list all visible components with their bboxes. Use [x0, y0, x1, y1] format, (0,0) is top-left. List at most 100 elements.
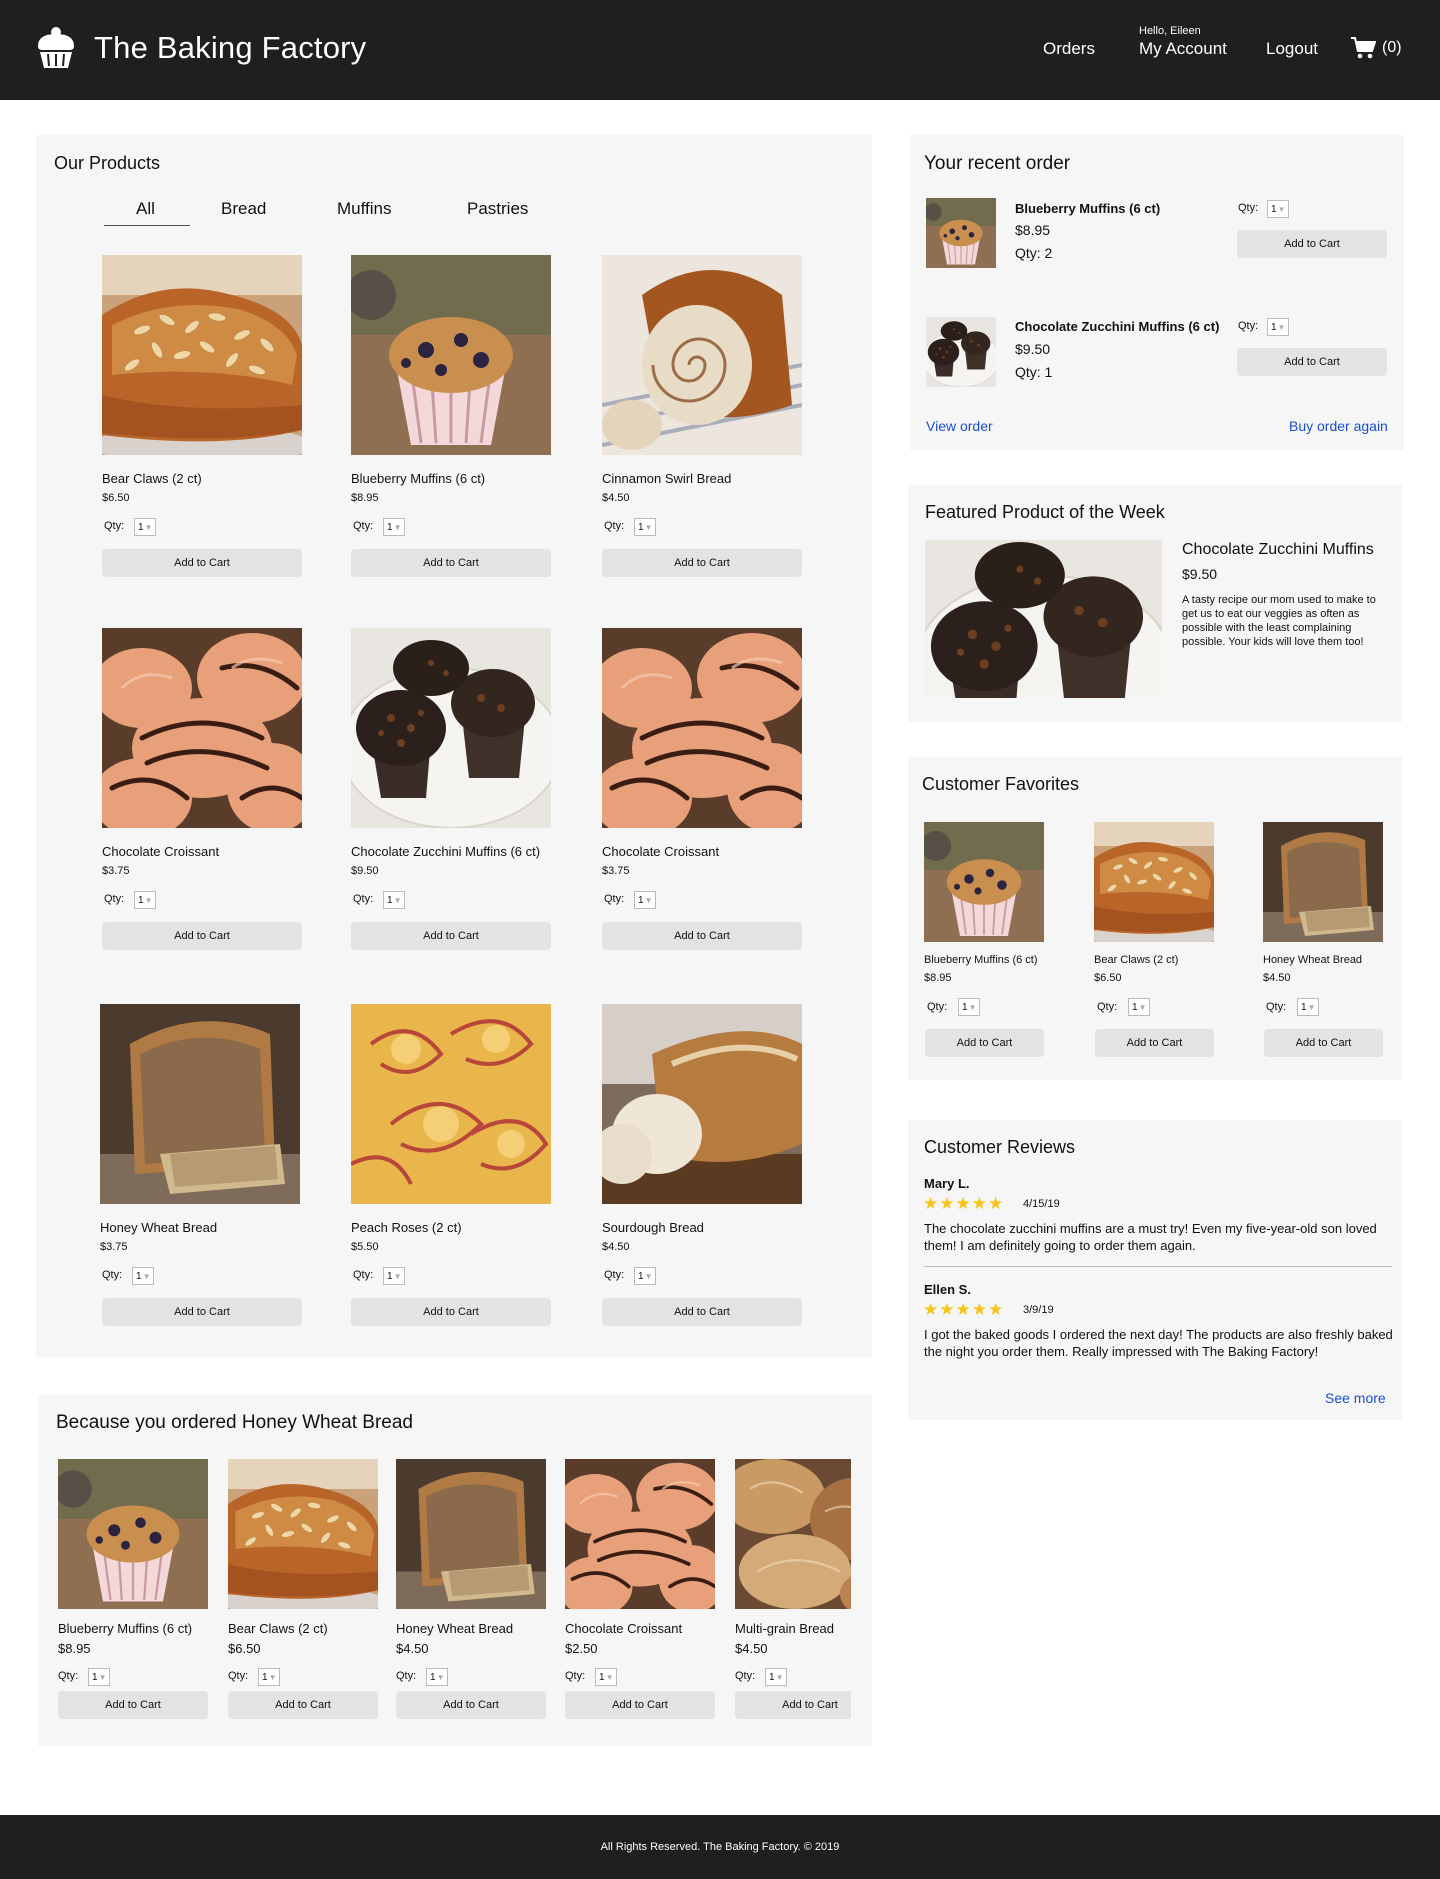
cart-button[interactable]: (0): [1350, 36, 1402, 60]
add-to-cart-button[interactable]: Add to Cart: [102, 1298, 302, 1326]
qty-select[interactable]: 1 ▼: [383, 518, 405, 536]
add-to-cart-button[interactable]: Add to Cart: [925, 1029, 1044, 1057]
blueberry-muffins-image[interactable]: [924, 822, 1044, 942]
product-card: Honey Wheat Bread $3.75 Qty: 1 ▼ Add to C…: [100, 1004, 302, 1328]
product-name[interactable]: Chocolate Croissant: [102, 844, 219, 859]
add-to-cart-button[interactable]: Add to Cart: [1264, 1029, 1383, 1057]
order-item-name[interactable]: Blueberry Muffins (6 ct): [1015, 201, 1160, 216]
product-name[interactable]: Honey Wheat Bread: [1263, 954, 1362, 966]
product-price: $6.50: [102, 492, 130, 504]
product-name[interactable]: Peach Roses (2 ct): [351, 1220, 462, 1235]
qty-select[interactable]: 1 ▼: [1128, 998, 1150, 1016]
bear-claws-image[interactable]: [228, 1459, 378, 1609]
add-to-cart-button[interactable]: Add to Cart: [735, 1691, 851, 1719]
qty-select[interactable]: 1 ▼: [634, 518, 656, 536]
blueberry-muffins-image[interactable]: [58, 1459, 208, 1609]
qty-select[interactable]: 1 ▼: [134, 518, 156, 536]
chocolate-zucchini-muffins-image[interactable]: [351, 628, 551, 828]
multi-grain-bread-image[interactable]: [735, 1459, 851, 1609]
qty-select[interactable]: 1 ▼: [383, 891, 405, 909]
product-name[interactable]: Honey Wheat Bread: [100, 1220, 217, 1235]
qty-select[interactable]: 1 ▼: [426, 1668, 448, 1686]
featured-title: Featured Product of the Week: [925, 502, 1165, 522]
product-name[interactable]: Cinnamon Swirl Bread: [602, 471, 731, 486]
nav-orders-link[interactable]: Orders: [1043, 39, 1095, 59]
bear-claws-image[interactable]: [102, 255, 302, 455]
qty-select[interactable]: 1 ▼: [958, 998, 980, 1016]
qty-select[interactable]: 1 ▼: [634, 891, 656, 909]
order-item-name[interactable]: Chocolate Zucchini Muffins (6 ct): [1015, 319, 1219, 334]
featured-product-name[interactable]: Chocolate Zucchini Muffins: [1182, 541, 1374, 559]
qty-select[interactable]: 1 ▼: [258, 1668, 280, 1686]
blueberry-muffins-image[interactable]: [351, 255, 551, 455]
add-to-cart-button[interactable]: Add to Cart: [351, 922, 551, 950]
qty-select[interactable]: 1 ▼: [1267, 200, 1289, 218]
recommendation-card: Honey Wheat Bread $4.50 Qty: 1 ▼ Add to C…: [396, 1459, 548, 1789]
review-divider: [924, 1266, 1392, 1267]
product-name[interactable]: Sourdough Bread: [602, 1220, 704, 1235]
qty-select[interactable]: 1 ▼: [383, 1267, 405, 1285]
chocolate-croissant-image[interactable]: [602, 628, 802, 828]
product-name[interactable]: Bear Claws (2 ct): [102, 471, 202, 486]
see-more-reviews-link[interactable]: See more: [1325, 1390, 1386, 1406]
product-name[interactable]: Chocolate Croissant: [565, 1621, 682, 1636]
qty-select[interactable]: 1 ▼: [132, 1267, 154, 1285]
chocolate-croissant-image[interactable]: [102, 628, 302, 828]
product-name[interactable]: Blueberry Muffins (6 ct): [924, 954, 1038, 966]
add-to-cart-button[interactable]: Add to Cart: [102, 549, 302, 577]
chevron-down-icon: ▼: [268, 1672, 277, 1682]
qty-label: Qty:: [604, 893, 625, 905]
add-to-cart-button[interactable]: Add to Cart: [565, 1691, 715, 1719]
peach-roses-image[interactable]: [351, 1004, 551, 1204]
qty-select[interactable]: 1 ▼: [765, 1668, 787, 1686]
chocolate-zucchini-muffins-image[interactable]: [926, 317, 996, 387]
product-name[interactable]: Chocolate Zucchini Muffins (6 ct): [351, 844, 540, 859]
honey-wheat-bread-image[interactable]: [100, 1004, 300, 1204]
qty-select[interactable]: 1 ▼: [595, 1668, 617, 1686]
tab-bread[interactable]: Bread: [221, 199, 266, 219]
qty-select[interactable]: 1 ▼: [134, 891, 156, 909]
tab-pastries[interactable]: Pastries: [467, 199, 528, 219]
product-name[interactable]: Blueberry Muffins (6 ct): [58, 1621, 192, 1636]
nav-my-account-link[interactable]: My Account: [1139, 39, 1227, 59]
qty-label: Qty:: [104, 520, 125, 532]
blueberry-muffins-image[interactable]: [926, 198, 996, 268]
product-name[interactable]: Multi-grain Bread: [735, 1621, 834, 1636]
honey-wheat-bread-image[interactable]: [396, 1459, 546, 1609]
review-text: The chocolate zucchini muffins are a mus…: [924, 1221, 1377, 1253]
add-to-cart-button[interactable]: Add to Cart: [396, 1691, 546, 1719]
product-name[interactable]: Bear Claws (2 ct): [1094, 954, 1178, 966]
honey-wheat-bread-image[interactable]: [1263, 822, 1383, 942]
add-to-cart-button[interactable]: Add to Cart: [58, 1691, 208, 1719]
add-to-cart-button[interactable]: Add to Cart: [351, 1298, 551, 1326]
qty-select[interactable]: 1 ▼: [1297, 998, 1319, 1016]
tab-muffins[interactable]: Muffins: [337, 199, 392, 219]
brand-title[interactable]: The Baking Factory: [94, 30, 366, 66]
qty-select[interactable]: 1 ▼: [88, 1668, 110, 1686]
add-to-cart-button[interactable]: Add to Cart: [602, 1298, 802, 1326]
view-order-link[interactable]: View order: [926, 418, 993, 434]
qty-select[interactable]: 1 ▼: [634, 1267, 656, 1285]
add-to-cart-button[interactable]: Add to Cart: [1237, 230, 1387, 258]
add-to-cart-button[interactable]: Add to Cart: [602, 922, 802, 950]
cinnamon-swirl-bread-image[interactable]: [602, 255, 802, 455]
nav-logout-link[interactable]: Logout: [1266, 39, 1318, 59]
tab-all[interactable]: All: [136, 199, 155, 219]
add-to-cart-button[interactable]: Add to Cart: [351, 549, 551, 577]
featured-product-image[interactable]: [925, 540, 1162, 698]
product-name[interactable]: Bear Claws (2 ct): [228, 1621, 328, 1636]
cupcake-logo-icon[interactable]: [34, 24, 78, 70]
add-to-cart-button[interactable]: Add to Cart: [602, 549, 802, 577]
product-name[interactable]: Chocolate Croissant: [602, 844, 719, 859]
add-to-cart-button[interactable]: Add to Cart: [1237, 348, 1387, 376]
product-name[interactable]: Honey Wheat Bread: [396, 1621, 513, 1636]
chocolate-croissant-image[interactable]: [565, 1459, 715, 1609]
add-to-cart-button[interactable]: Add to Cart: [102, 922, 302, 950]
sourdough-bread-image[interactable]: [602, 1004, 802, 1204]
product-name[interactable]: Blueberry Muffins (6 ct): [351, 471, 485, 486]
qty-select[interactable]: 1 ▼: [1267, 318, 1289, 336]
add-to-cart-button[interactable]: Add to Cart: [228, 1691, 378, 1719]
buy-order-again-link[interactable]: Buy order again: [1289, 418, 1388, 434]
add-to-cart-button[interactable]: Add to Cart: [1095, 1029, 1214, 1057]
bear-claws-image[interactable]: [1094, 822, 1214, 942]
